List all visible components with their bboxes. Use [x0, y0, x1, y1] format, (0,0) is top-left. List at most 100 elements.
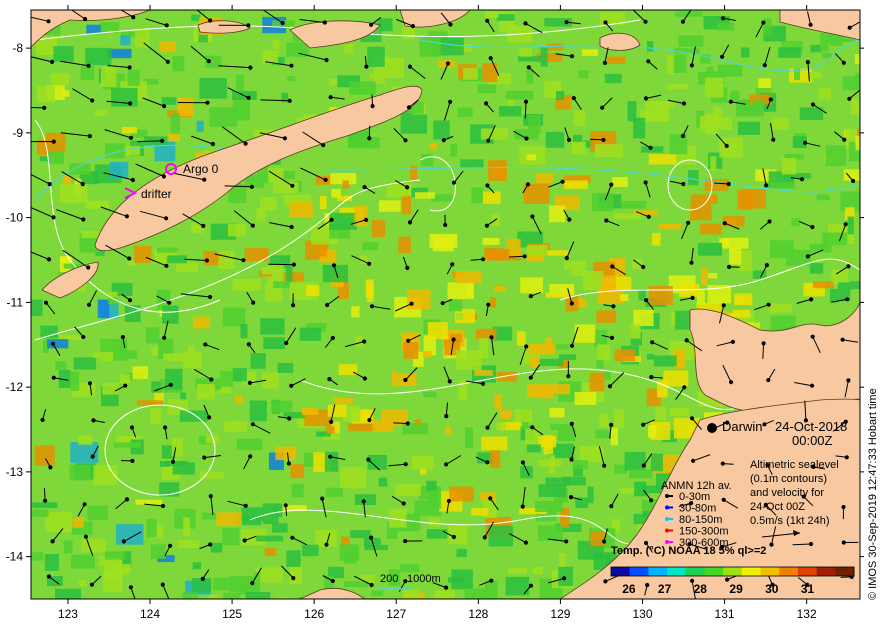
sst-pixel: [301, 407, 318, 415]
arrow-origin-dot: [205, 100, 210, 105]
arrow-origin-dot: [522, 254, 527, 259]
sst-pixel: [340, 467, 367, 489]
sst-pixel: [32, 502, 58, 508]
anmn-dot-icon: [665, 494, 669, 498]
arrow-origin-dot: [444, 462, 449, 467]
sst-pixel: [45, 511, 73, 533]
arrow-origin-dot: [480, 257, 486, 262]
arrow-origin-dot: [120, 335, 126, 340]
arrow-origin-dot: [646, 59, 651, 64]
colorbar-swatch: [648, 567, 668, 576]
sst-pixel: [55, 361, 67, 371]
sst-pixel: [491, 214, 500, 227]
sst-pixel: [477, 84, 497, 94]
arrow-origin-dot: [322, 20, 327, 25]
sst-pixel: [719, 137, 743, 158]
sst-pixel: [287, 76, 296, 82]
sst-pixel: [78, 435, 93, 445]
arrow-origin-dot: [602, 463, 607, 468]
sst-pixel: [596, 310, 617, 323]
sst-pixel: [317, 248, 327, 257]
arrow-origin-dot: [451, 534, 456, 540]
sst-pixel: [520, 277, 543, 294]
arrow-origin-dot: [684, 338, 689, 343]
arrow-origin-dot: [721, 303, 726, 308]
sst-pixel: [428, 490, 441, 509]
sst-pixel: [86, 24, 102, 34]
arrow-origin-dot: [361, 499, 366, 504]
sst-pixel: [273, 182, 299, 194]
sst-pixel: [224, 420, 247, 433]
arrow-origin-dot: [841, 60, 846, 65]
sst-pixel: [557, 429, 576, 442]
sst-pixel: [545, 131, 565, 148]
arrow-origin-dot: [526, 65, 531, 70]
y-tick-label: -9: [12, 126, 23, 140]
sst-pixel: [463, 68, 478, 80]
arrow-origin-dot: [327, 377, 332, 382]
arrow-origin-dot: [291, 303, 296, 308]
arrow-origin-dot: [46, 19, 51, 24]
arrow-origin-dot: [810, 225, 815, 230]
arrow-origin-dot: [200, 576, 205, 582]
sst-pixel: [44, 554, 59, 571]
sst-pixel: [722, 216, 745, 227]
sst-pixel: [427, 322, 448, 340]
altimetry-line-3: and velocity for: [750, 487, 824, 499]
anmn-dot-icon: [665, 528, 669, 533]
sst-pixel: [494, 286, 506, 292]
sst-pixel: [488, 160, 507, 181]
arrow-origin-dot: [728, 99, 733, 104]
arrow-origin-dot: [362, 376, 367, 381]
arrow-origin-dot: [444, 585, 449, 590]
darwin-label: Darwin: [722, 419, 762, 434]
sst-pixel: [325, 487, 343, 497]
sst-pixel: [547, 250, 569, 256]
sst-pixel: [528, 343, 556, 355]
sst-pixel: [526, 154, 536, 161]
sst-pixel: [494, 394, 503, 409]
sst-pixel: [706, 66, 714, 73]
sst-pixel: [538, 484, 566, 497]
sst-pixel: [650, 453, 663, 472]
colorbar-tick-label: 31: [801, 582, 815, 596]
sst-pixel: [434, 590, 455, 599]
sst-pixel: [260, 318, 285, 335]
arrow-origin-dot: [164, 23, 169, 28]
arrow-origin-dot: [328, 454, 333, 459]
sst-pixel: [520, 466, 533, 479]
arrow-origin-dot: [87, 381, 93, 386]
arrow-origin-dot: [127, 298, 133, 303]
sst-pixel: [73, 357, 97, 370]
arrow-origin-dot: [82, 502, 87, 507]
arrow-origin-dot: [410, 24, 415, 29]
sst-pixel: [854, 73, 860, 90]
x-tick-label: 131: [715, 607, 735, 621]
arrow-origin-dot: [47, 182, 52, 187]
map-figure: 123 124 125 126 127 128 129 130 131 132 -8 -9 -10 -1…: [0, 0, 880, 630]
sst-pixel: [272, 39, 280, 50]
arrow-origin-dot: [842, 137, 847, 142]
arrow-origin-dot: [689, 63, 695, 68]
anmn-dot-icon: [665, 505, 669, 510]
sst-pixel: [516, 331, 526, 346]
arrow-origin-dot: [689, 260, 694, 265]
sst-pixel: [371, 220, 386, 238]
sst-pixel: [31, 552, 44, 561]
sst-pixel: [398, 236, 411, 253]
sst-pixel: [540, 47, 548, 67]
arrow-origin-dot: [528, 294, 534, 299]
altimetry-line-1: Altimetric sealevel: [750, 459, 839, 471]
arrow-origin-dot: [571, 96, 576, 101]
arrow-origin-dot: [569, 421, 574, 426]
sst-pixel: [344, 546, 357, 564]
sst-pixel: [648, 154, 677, 165]
x-tick-label: 132: [797, 607, 817, 621]
sst-pixel: [490, 448, 501, 468]
x-tick-label: 127: [386, 607, 406, 621]
sst-pixel: [486, 249, 510, 261]
sst-pixel: [538, 525, 563, 541]
sst-pixel: [326, 426, 335, 434]
arrow-origin-dot: [720, 461, 725, 466]
sst-pixel: [228, 224, 246, 237]
